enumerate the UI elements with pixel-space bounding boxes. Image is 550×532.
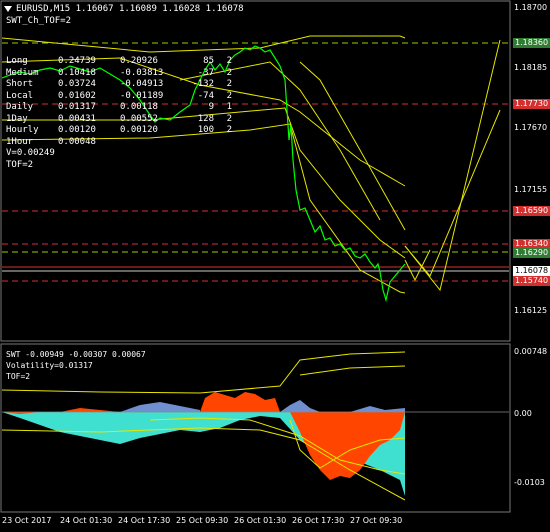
stats-cell-c: -74: [197, 90, 214, 101]
stats-cell-name: 1Day: [6, 113, 28, 124]
stats-cell-d: 1: [226, 102, 232, 112]
time-tick-label: 23 Oct 2017: [2, 516, 52, 525]
stats-cell-d: 2: [226, 90, 232, 101]
chart-title: EURUSD,M15 1.16067 1.16089 1.16028 1.160…: [4, 4, 244, 14]
volatility-value: Volatility=0.01317: [6, 361, 93, 370]
stats-cell-c: -132: [192, 79, 214, 89]
price-level-label: 1.15740: [513, 276, 550, 286]
stats-cell-c: 100: [197, 125, 214, 135]
stats-cell-d: 2: [226, 113, 232, 124]
time-tick-label: 26 Oct 01:30: [234, 516, 287, 525]
price-tick-label: 1.18185: [514, 63, 548, 72]
price-tick-label: 1.16125: [514, 306, 548, 315]
stats-cell-b: 0.00120: [120, 125, 158, 135]
price-level-label: 1.16590: [513, 206, 550, 216]
swt-values: SWT -0.00949 -0.00307 0.00067: [6, 350, 146, 359]
channel-fan-1: [299, 61, 406, 231]
symbol-quote-text: EURUSD,M15 1.16067 1.16089 1.16028 1.160…: [16, 4, 244, 14]
price-tick-label: 1.18700: [514, 3, 548, 12]
hist-blue-3: [350, 406, 405, 412]
indicator-name: SWT_Ch_TOF=2: [6, 16, 72, 26]
price-level-label: 1.16290: [513, 248, 550, 258]
stats-row: Medium 0.10418 -0.03813 -37 2: [6, 68, 232, 80]
stats-cell-name: Daily: [6, 102, 34, 112]
stats-cell-b: 0.00552: [120, 113, 158, 124]
sub-tick-label: -0.0103: [514, 478, 545, 487]
time-tick-label: 25 Oct 09:30: [176, 516, 229, 525]
price-level-label: 1.18360: [513, 38, 550, 48]
sub-tick-label: 0.00748: [514, 347, 548, 356]
stats-row: 1Hour 0.00048: [6, 137, 232, 149]
tof-value: TOF=2: [6, 372, 31, 381]
stats-cell-b: -0.03813: [120, 67, 164, 78]
projection-mini: [404, 249, 431, 282]
stats-cell-a: 0.01602: [58, 90, 96, 101]
stats-cell-b: -0.01189: [120, 90, 164, 101]
stats-cell-name: Medium: [6, 67, 39, 78]
tof-line: TOF=2: [6, 159, 34, 170]
sub-tick-label: 0.00: [514, 409, 532, 418]
stats-cell-a: 0.00120: [58, 125, 96, 135]
time-tick-label: 24 Oct 01:30: [60, 516, 113, 525]
hist-orange-up: [200, 392, 280, 412]
stats-cell-name: Long: [6, 56, 28, 66]
hist-blue-2: [280, 400, 320, 412]
hist-blue-1: [120, 402, 200, 412]
stats-cell-name: Short: [6, 79, 34, 89]
sub-line-top: [299, 365, 406, 376]
stats-row: 1Day 0.00431 0.00552 128 2: [6, 114, 232, 126]
stats-row: Daily 0.01317 0.00118 9 1: [6, 102, 232, 114]
stats-cell-c: 85: [203, 56, 214, 66]
stats-cell-name: Hourly: [6, 125, 39, 135]
stats-cell-a: 0.00048: [58, 136, 96, 147]
channel-upper: [1, 35, 406, 53]
stats-row: Long 0.24739 0.20926 85 2: [6, 56, 232, 68]
stats-cell-a: 0.01317: [58, 102, 96, 112]
price-level-label: 1.17730: [513, 99, 550, 109]
stats-row: Short 0.03724 -0.04913 -132 2: [6, 79, 232, 91]
time-tick-label: 24 Oct 17:30: [118, 516, 171, 525]
stats-cell-c: -37: [197, 67, 214, 78]
stats-cell-b: 0.20926: [120, 56, 158, 66]
stats-table: Long 0.24739 0.20926 85 2 Medium 0.10418 -0.038…: [6, 56, 232, 171]
stats-cell-c: 128: [197, 113, 214, 124]
stats-cell-d: 2: [226, 67, 232, 78]
stats-cell-b: 0.00118: [120, 102, 158, 112]
stats-cell-d: 2: [226, 79, 232, 89]
stats-cell-d: 2: [226, 125, 232, 135]
stats-cell-name: 1Hour: [6, 136, 34, 147]
v-line: V=0.00249: [6, 148, 55, 158]
stats-cell-a: 0.10418: [58, 67, 96, 78]
stats-row: Hourly 0.00120 0.00120 100 2: [6, 125, 232, 137]
time-tick-label: 27 Oct 09:30: [350, 516, 403, 525]
stats-row: Local 0.01602 -0.01189 -74 2: [6, 91, 232, 103]
stats-cell-b: -0.04913: [120, 79, 164, 89]
price-tick-label: 1.17670: [514, 123, 548, 132]
time-tick-label: 26 Oct 17:30: [292, 516, 345, 525]
price-tick-label: 1.17155: [514, 185, 548, 194]
dropdown-triangle-icon[interactable]: [4, 5, 12, 12]
stats-cell-a: 0.00431: [58, 113, 96, 124]
stats-cell-a: 0.24739: [58, 56, 96, 66]
subwindow-info: SWT -0.00949 -0.00307 0.00067 Volatility…: [6, 349, 146, 382]
chart-window[interactable]: EURUSD,M15 1.16067 1.16089 1.16028 1.160…: [0, 0, 550, 532]
main-pane-frame: [0, 0, 511, 342]
projection-lower: [404, 109, 501, 277]
stats-cell-c: 9: [208, 102, 214, 112]
price-level-label: 1.16078: [513, 266, 550, 276]
stats-cell-name: Local: [6, 90, 34, 101]
stats-cell-d: 2: [226, 56, 232, 66]
stats-cell-a: 0.03724: [58, 79, 96, 89]
